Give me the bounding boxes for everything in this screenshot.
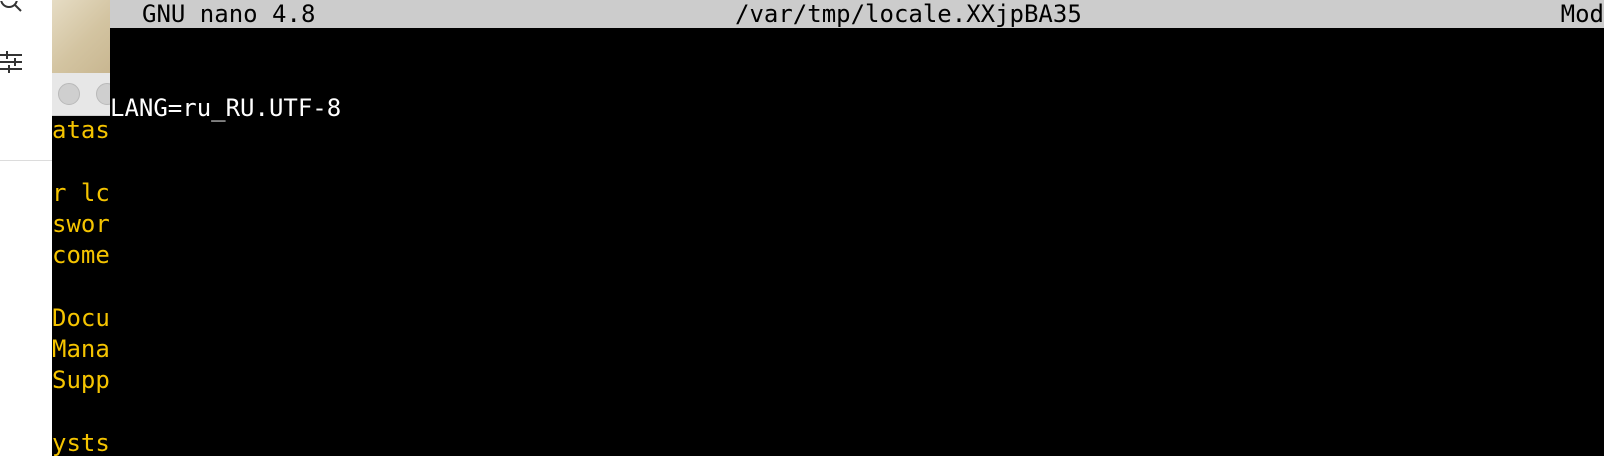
text-line[interactable]: LANG=ru_RU.UTF-8 [110,93,1604,124]
background-terminal-window[interactable]: atas r lc swor come Docu Mana Supp ysts [52,0,112,456]
nano-text-area[interactable]: LANG=ru_RU.UTF-8 [110,31,1604,186]
terminal-line: r lc [52,178,110,207]
terminal-line: ysts [52,428,110,456]
window-titlebar[interactable] [52,73,112,116]
app-sidebar [0,0,52,456]
terminal-line: Supp [52,366,110,395]
terminal-line: atas [52,116,110,144]
nano-version-label: GNU nano 4.8 [142,0,316,28]
nano-editor[interactable]: GNU nano 4.8 /var/tmp/locale.XXjpBA35 Mo… [110,0,1604,456]
filter-sliders-icon[interactable] [0,48,26,76]
search-icon[interactable] [0,0,30,14]
terminal-line: Mana [52,335,110,364]
terminal-line: Docu [52,303,110,332]
terminal-line: come [52,241,110,270]
close-window-button[interactable] [58,83,80,105]
terminal-line: swor [52,209,110,238]
desktop-wallpaper [52,0,112,73]
nano-modified-status: Mod [1560,0,1604,28]
background-terminal-output: atas r lc swor come Docu Mana Supp ysts [52,115,112,456]
nano-filename: /var/tmp/locale.XXjpBA35 [735,0,1082,28]
sidebar-divider [0,160,52,161]
nano-title-bar: GNU nano 4.8 /var/tmp/locale.XXjpBA35 Mo… [110,0,1604,28]
